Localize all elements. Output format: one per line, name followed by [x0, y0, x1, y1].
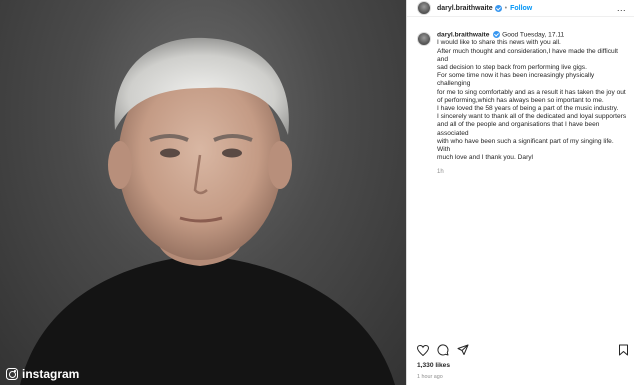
- caption-line: For some time now it has been increasing…: [437, 72, 595, 88]
- caption-line: with who have been such a significant pa…: [437, 137, 614, 154]
- post-header: daryl.braithwaite • Follow ...: [407, 0, 634, 17]
- follow-button[interactable]: Follow: [510, 5, 532, 12]
- more-options-icon[interactable]: ...: [617, 3, 626, 13]
- caption-line: I have loved the 58 years of being a par…: [437, 105, 619, 113]
- separator-dot: •: [504, 4, 508, 12]
- avatar[interactable]: [417, 1, 431, 15]
- caption-age: 1h: [437, 168, 444, 175]
- caption-line: sad decision to step back from performin…: [437, 64, 587, 72]
- caption-line: much love and I thank you. Daryl: [437, 154, 534, 162]
- caption-avatar[interactable]: [417, 32, 431, 46]
- caption-body: daryl.braithwaite Good Tuesday, 17.11 I …: [437, 31, 627, 176]
- caption-username-link[interactable]: daryl.braithwaite: [437, 31, 489, 38]
- caption-line: After much thought and consideration,I h…: [437, 47, 618, 63]
- instagram-watermark: instagram: [6, 367, 79, 381]
- caption-line: I would like to share this news with you…: [437, 39, 561, 47]
- action-bar: [417, 343, 629, 357]
- heart-icon[interactable]: [417, 344, 429, 356]
- instagram-icon: [6, 368, 18, 380]
- caption-line: for me to sing comfortably and as a resu…: [437, 88, 626, 96]
- caption-line: I sincerely want to thank all of the ded…: [437, 113, 627, 121]
- username-link[interactable]: daryl.braithwaite: [437, 5, 493, 12]
- portrait-image: [20, 37, 395, 385]
- verified-badge-icon: [493, 31, 501, 38]
- caption-line: and all of the people and organisations …: [437, 121, 600, 137]
- share-icon[interactable]: [457, 344, 469, 356]
- post-timestamp: 1 hour ago: [417, 374, 443, 380]
- comment-icon[interactable]: [437, 344, 449, 356]
- caption: daryl.braithwaite Good Tuesday, 17.11 I …: [417, 31, 629, 176]
- caption-first-line: daryl.braithwaite Good Tuesday, 17.11: [437, 31, 627, 39]
- watermark-label: instagram: [22, 367, 80, 381]
- post-panel: daryl.braithwaite • Follow ... daryl.bra…: [406, 0, 634, 385]
- verified-badge-icon: [494, 4, 502, 12]
- likes-count[interactable]: 1,330 likes: [417, 362, 450, 369]
- caption-line: of performing,which has always been so i…: [437, 96, 604, 104]
- caption-line: Good Tuesday, 17.11: [502, 31, 565, 39]
- post-photo[interactable]: instagram: [0, 0, 406, 385]
- bookmark-icon[interactable]: [618, 344, 629, 356]
